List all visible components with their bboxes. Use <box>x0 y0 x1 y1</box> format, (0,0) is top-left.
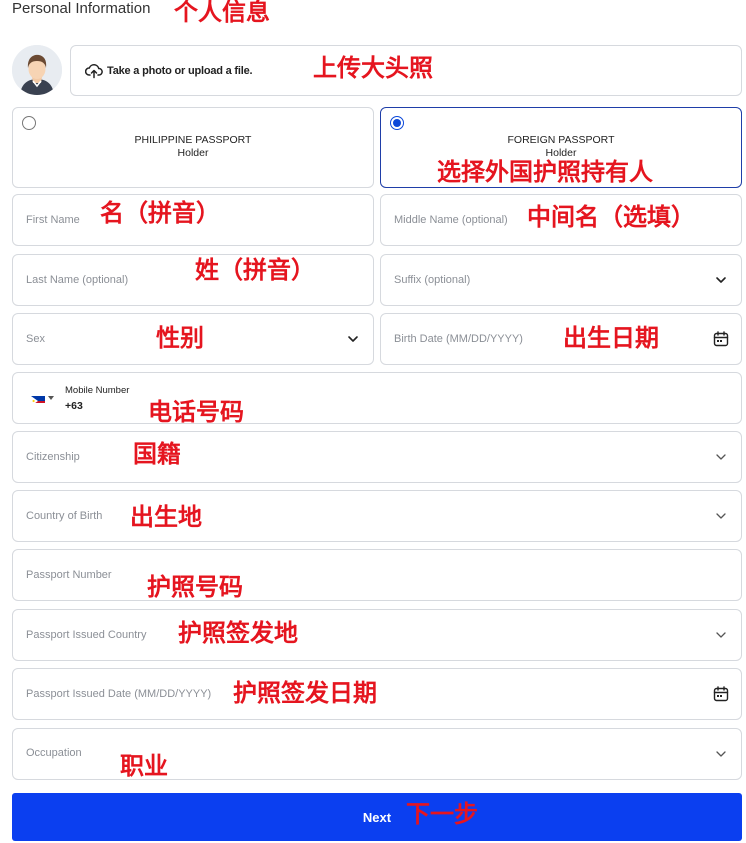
section-title: Personal Information <box>12 0 151 17</box>
calendar-icon[interactable] <box>713 331 729 347</box>
passport-number-field[interactable]: Passport Number <box>12 549 742 601</box>
annotation-last-name: 姓（拼音） <box>195 256 315 284</box>
passport-issued-country-select[interactable]: Passport Issued Country <box>12 609 742 661</box>
suffix-select[interactable]: Suffix (optional) <box>380 254 742 306</box>
annotation-first-name: 名（拼音） <box>100 199 220 227</box>
annotation-issued-date: 护照签发日期 <box>233 679 377 707</box>
country-dropdown-caret-icon[interactable] <box>48 396 54 400</box>
suffix-placeholder: Suffix (optional) <box>394 274 471 286</box>
radio-button[interactable] <box>22 116 36 130</box>
sex-placeholder: Sex <box>26 333 45 345</box>
passport-issued-country-placeholder: Passport Issued Country <box>26 629 147 641</box>
annotation-birthplace: 出生地 <box>130 503 202 531</box>
chevron-down-icon <box>715 750 727 758</box>
first-name-placeholder: First Name <box>26 214 80 226</box>
option-label: FOREIGN PASSPORT Holder <box>507 134 615 159</box>
annotation-upload-avatar: 上传大头照 <box>313 54 433 82</box>
birth-date-placeholder: Birth Date (MM/DD/YYYY) <box>394 333 523 345</box>
calendar-icon[interactable] <box>713 686 729 702</box>
passport-number-placeholder: Passport Number <box>26 569 112 581</box>
birth-date-field[interactable]: Birth Date (MM/DD/YYYY) <box>380 313 742 365</box>
annotation-citizenship: 国籍 <box>133 440 181 468</box>
annotation-personal-info: 个人信息 <box>174 0 270 26</box>
chevron-down-icon <box>715 453 727 461</box>
upload-label: Take a photo or upload a file. <box>107 64 253 77</box>
avatar-icon <box>12 45 62 95</box>
passport-issued-date-placeholder: Passport Issued Date (MM/DD/YYYY) <box>26 688 212 700</box>
option-label: PHILIPPINE PASSPORT Holder <box>134 134 252 159</box>
citizenship-select[interactable]: Citizenship <box>12 431 742 483</box>
next-button[interactable]: Next <box>12 793 742 841</box>
annotation-passport-number: 护照号码 <box>147 573 243 601</box>
annotation-select-foreign: 选择外国护照持有人 <box>437 158 653 186</box>
annotation-phone: 电话号码 <box>148 398 244 426</box>
annotation-middle-name: 中间名（选填） <box>527 203 695 231</box>
cloud-upload-icon <box>85 63 103 79</box>
citizenship-placeholder: Citizenship <box>26 451 80 463</box>
chevron-down-icon <box>715 631 727 639</box>
chevron-down-icon <box>715 512 727 520</box>
middle-name-placeholder: Middle Name (optional) <box>394 214 508 226</box>
country-of-birth-placeholder: Country of Birth <box>26 510 103 522</box>
avatar[interactable] <box>12 45 62 95</box>
occupation-placeholder: Occupation <box>26 747 82 759</box>
last-name-placeholder: Last Name (optional) <box>26 274 129 286</box>
chevron-down-icon <box>347 335 359 343</box>
mobile-country-code: +63 <box>65 400 83 412</box>
mobile-number-label: Mobile Number <box>65 385 130 396</box>
annotation-birth-date: 出生日期 <box>563 324 659 352</box>
philippine-passport-option[interactable]: PHILIPPINE PASSPORT Holder <box>12 107 374 188</box>
annotation-sex: 性别 <box>156 324 204 352</box>
annotation-issued-country: 护照签发地 <box>178 619 298 647</box>
annotation-occupation: 职业 <box>120 752 168 780</box>
philippines-flag-icon[interactable] <box>31 393 45 403</box>
country-of-birth-select[interactable]: Country of Birth <box>12 490 742 542</box>
radio-button-selected[interactable] <box>390 116 404 130</box>
mobile-number-field[interactable]: Mobile Number +63 <box>12 372 742 424</box>
passport-issued-date-field[interactable]: Passport Issued Date (MM/DD/YYYY) <box>12 668 742 720</box>
annotation-next: 下一步 <box>406 800 478 828</box>
last-name-field[interactable]: Last Name (optional) <box>12 254 374 306</box>
chevron-down-icon <box>715 276 727 284</box>
